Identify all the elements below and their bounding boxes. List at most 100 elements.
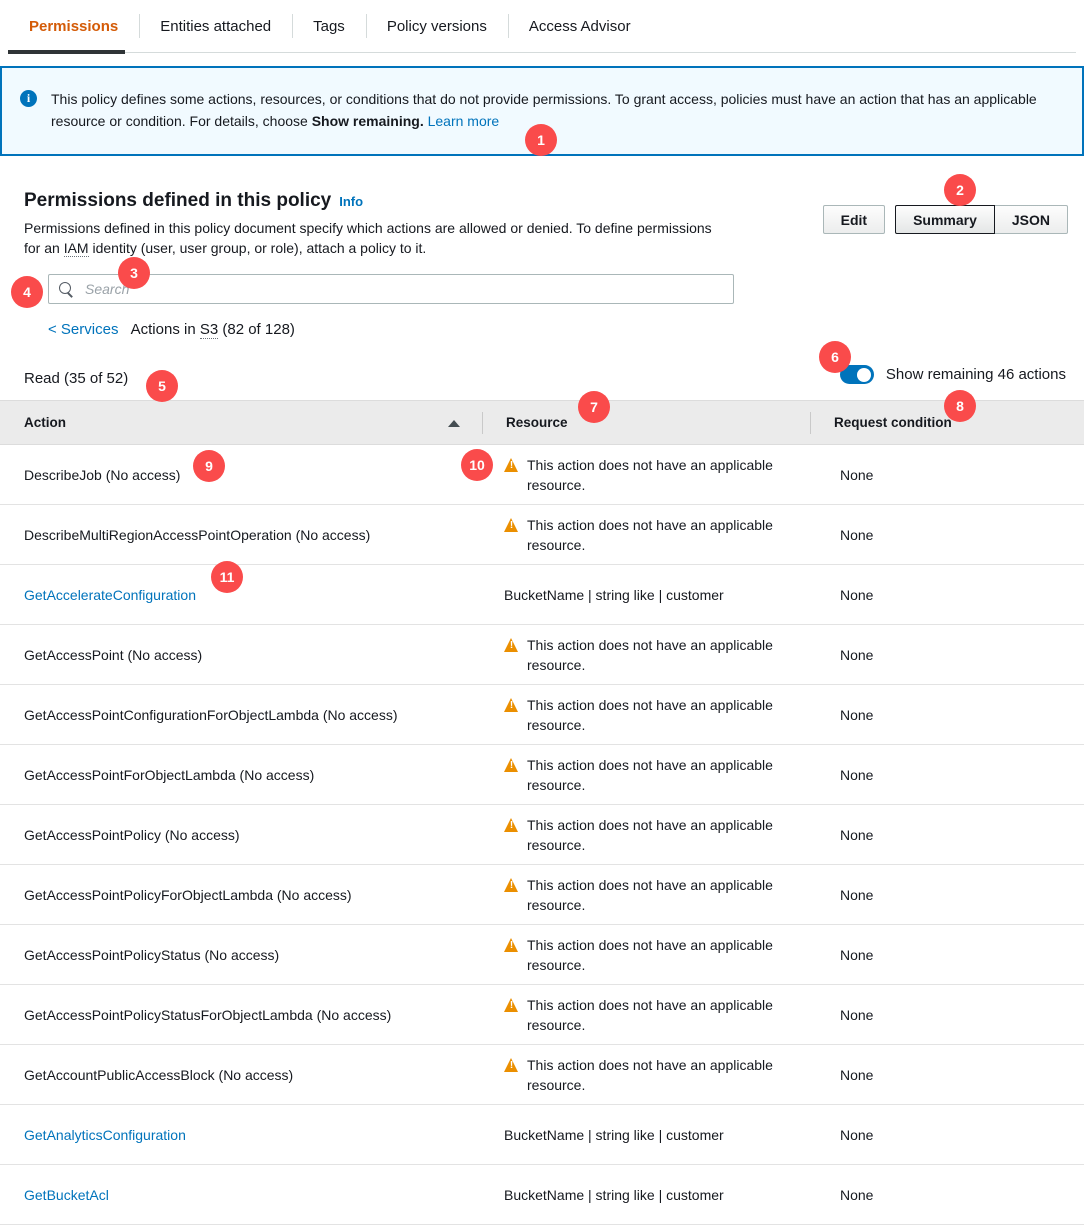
cell-action: GetBucketAcl bbox=[0, 1164, 482, 1225]
column-header-request-condition[interactable]: Request condition bbox=[810, 400, 1084, 445]
info-icon: i bbox=[20, 90, 37, 107]
no-resource-warning: This action does not have an applicable … bbox=[504, 875, 796, 915]
action-link[interactable]: GetAccelerateConfiguration bbox=[24, 587, 196, 603]
cell-request-condition: None bbox=[810, 444, 1084, 505]
info-help-link[interactable]: Info bbox=[339, 194, 363, 209]
tab-list: Permissions Entities attached Tags Policy v… bbox=[0, 0, 1084, 52]
warning-triangle-icon bbox=[504, 757, 519, 772]
tab-tags[interactable]: Tags bbox=[292, 0, 366, 52]
column-header-request-condition-label: Request condition bbox=[834, 415, 952, 430]
table-row: GetAccessPointConfigurationForObjectLamb… bbox=[0, 684, 1084, 745]
info-banner-message: This policy defines some actions, resour… bbox=[51, 91, 1037, 129]
cell-request-condition: None bbox=[810, 1044, 1084, 1105]
action-text: GetAccessPointPolicyForObjectLambda (No … bbox=[24, 886, 352, 903]
cell-resource: This action does not have an applicable … bbox=[482, 864, 810, 925]
summary-button[interactable]: Summary bbox=[895, 205, 995, 234]
toggle-knob bbox=[857, 367, 872, 382]
tab-bar-divider bbox=[8, 52, 1076, 53]
table-row: GetAccessPointPolicyStatusForObjectLambd… bbox=[0, 984, 1084, 1045]
request-condition-text: None bbox=[840, 946, 874, 963]
cell-request-condition: None bbox=[810, 504, 1084, 565]
no-resource-warning-text: This action does not have an applicable … bbox=[527, 996, 773, 1033]
no-resource-warning: This action does not have an applicable … bbox=[504, 935, 796, 975]
panel-description-part2: identity (user, user group, or role), at… bbox=[88, 240, 427, 256]
request-condition-text: None bbox=[840, 526, 874, 543]
panel-description: Permissions defined in this policy docum… bbox=[24, 218, 714, 258]
breadcrumb: < Services Actions in S3 (82 of 128) bbox=[48, 321, 1036, 339]
no-resource-warning-text: This action does not have an applicable … bbox=[527, 816, 773, 853]
tab-policy-versions[interactable]: Policy versions bbox=[365, 0, 508, 52]
breadcrumb-prefix: Actions in bbox=[130, 321, 200, 338]
tab-permissions[interactable]: Permissions bbox=[8, 0, 139, 52]
show-remaining-toggle[interactable] bbox=[839, 365, 874, 384]
tab-access-advisor[interactable]: Access Advisor bbox=[507, 0, 652, 52]
cell-action: GetAccessPointPolicy (No access) bbox=[0, 804, 482, 865]
cell-request-condition: None bbox=[810, 624, 1084, 685]
active-tab-underline bbox=[8, 50, 125, 54]
no-resource-warning: This action does not have an applicable … bbox=[504, 755, 796, 795]
column-header-resource-label: Resource bbox=[506, 415, 568, 430]
breadcrumb-back-services[interactable]: < Services bbox=[48, 321, 118, 338]
no-resource-warning: This action does not have an applicable … bbox=[504, 815, 796, 855]
show-remaining-toggle-label: Show remaining 46 actions bbox=[885, 366, 1066, 383]
action-text: DescribeJob (No access) bbox=[24, 466, 181, 483]
info-banner: i This policy defines some actions, reso… bbox=[0, 66, 1084, 156]
no-resource-warning-text: This action does not have an applicable … bbox=[527, 456, 773, 493]
tab-label: Permissions bbox=[29, 17, 119, 35]
warning-triangle-icon bbox=[504, 1057, 519, 1072]
column-header-action-label: Action bbox=[24, 415, 66, 430]
resource-text: BucketName | string like | customer bbox=[504, 586, 724, 603]
cell-resource: BucketName | string like | customer bbox=[482, 564, 810, 625]
edit-button[interactable]: Edit bbox=[822, 205, 886, 234]
tab-label: Policy versions bbox=[386, 17, 487, 35]
warning-triangle-icon bbox=[504, 457, 519, 472]
no-resource-warning: This action does not have an applicable … bbox=[504, 515, 796, 555]
warning-triangle-icon bbox=[504, 517, 519, 532]
request-condition-text: None bbox=[840, 886, 874, 903]
table-body: DescribeJob (No access) This action does … bbox=[0, 444, 1084, 1225]
json-button[interactable]: JSON bbox=[993, 205, 1068, 234]
cell-request-condition: None bbox=[810, 564, 1084, 625]
resource-text: BucketName | string like | customer bbox=[504, 1126, 724, 1143]
cell-request-condition: None bbox=[810, 744, 1084, 805]
request-condition-text: None bbox=[840, 466, 874, 483]
table-row: GetAccessPoint (No access) This action do… bbox=[0, 624, 1084, 685]
learn-more-link[interactable]: Learn more bbox=[428, 113, 500, 129]
cell-resource: This action does not have an applicable … bbox=[482, 624, 810, 685]
tab-entities-attached[interactable]: Entities attached bbox=[139, 0, 292, 52]
tab-bar: Permissions Entities attached Tags Policy v… bbox=[0, 0, 1084, 54]
info-banner-bold: Show remaining. bbox=[311, 113, 424, 129]
tab-label: Entities attached bbox=[160, 17, 272, 35]
request-condition-text: None bbox=[840, 826, 874, 843]
action-text: GetAccessPointForObjectLambda (No access… bbox=[24, 766, 315, 783]
request-condition-text: None bbox=[840, 1126, 874, 1143]
column-header-action[interactable]: Action bbox=[0, 400, 482, 445]
search-box[interactable] bbox=[48, 274, 734, 304]
action-text: GetAccountPublicAccessBlock (No access) bbox=[24, 1066, 294, 1083]
cell-resource: This action does not have an applicable … bbox=[482, 744, 810, 805]
request-condition-text: None bbox=[840, 586, 874, 603]
table-row: GetAccountPublicAccessBlock (No access) T… bbox=[0, 1044, 1084, 1105]
request-condition-text: None bbox=[840, 646, 874, 663]
search-input[interactable] bbox=[83, 280, 723, 298]
cell-action: GetAnalyticsConfiguration bbox=[0, 1104, 482, 1165]
table-header: Action Resource Request condition bbox=[0, 400, 1084, 445]
cell-action: GetAccessPointForObjectLambda (No access… bbox=[0, 744, 482, 805]
access-level-group-row: Read (35 of 52) Show remaining 46 action… bbox=[0, 356, 1084, 400]
permissions-table: Action Resource Request condition Descri… bbox=[0, 400, 1084, 1225]
action-link[interactable]: GetAnalyticsConfiguration bbox=[24, 1127, 186, 1143]
no-resource-warning-text: This action does not have an applicable … bbox=[527, 876, 773, 913]
request-condition-text: None bbox=[840, 766, 874, 783]
cell-action: DescribeMultiRegionAccessPointOperation … bbox=[0, 504, 482, 565]
tab-label: Access Advisor bbox=[528, 17, 631, 35]
sort-ascending-icon bbox=[448, 420, 460, 427]
column-header-resource[interactable]: Resource bbox=[482, 400, 810, 445]
table-row: GetAccessPointPolicyStatus (No access) Th… bbox=[0, 924, 1084, 985]
cell-resource: BucketName | string like | customer bbox=[482, 1164, 810, 1225]
cell-request-condition: None bbox=[810, 984, 1084, 1045]
info-banner-text: This policy defines some actions, resour… bbox=[51, 88, 1064, 154]
warning-triangle-icon bbox=[504, 877, 519, 892]
action-link[interactable]: GetBucketAcl bbox=[24, 1187, 109, 1203]
cell-resource: This action does not have an applicable … bbox=[482, 1044, 810, 1105]
action-text: GetAccessPoint (No access) bbox=[24, 646, 203, 663]
